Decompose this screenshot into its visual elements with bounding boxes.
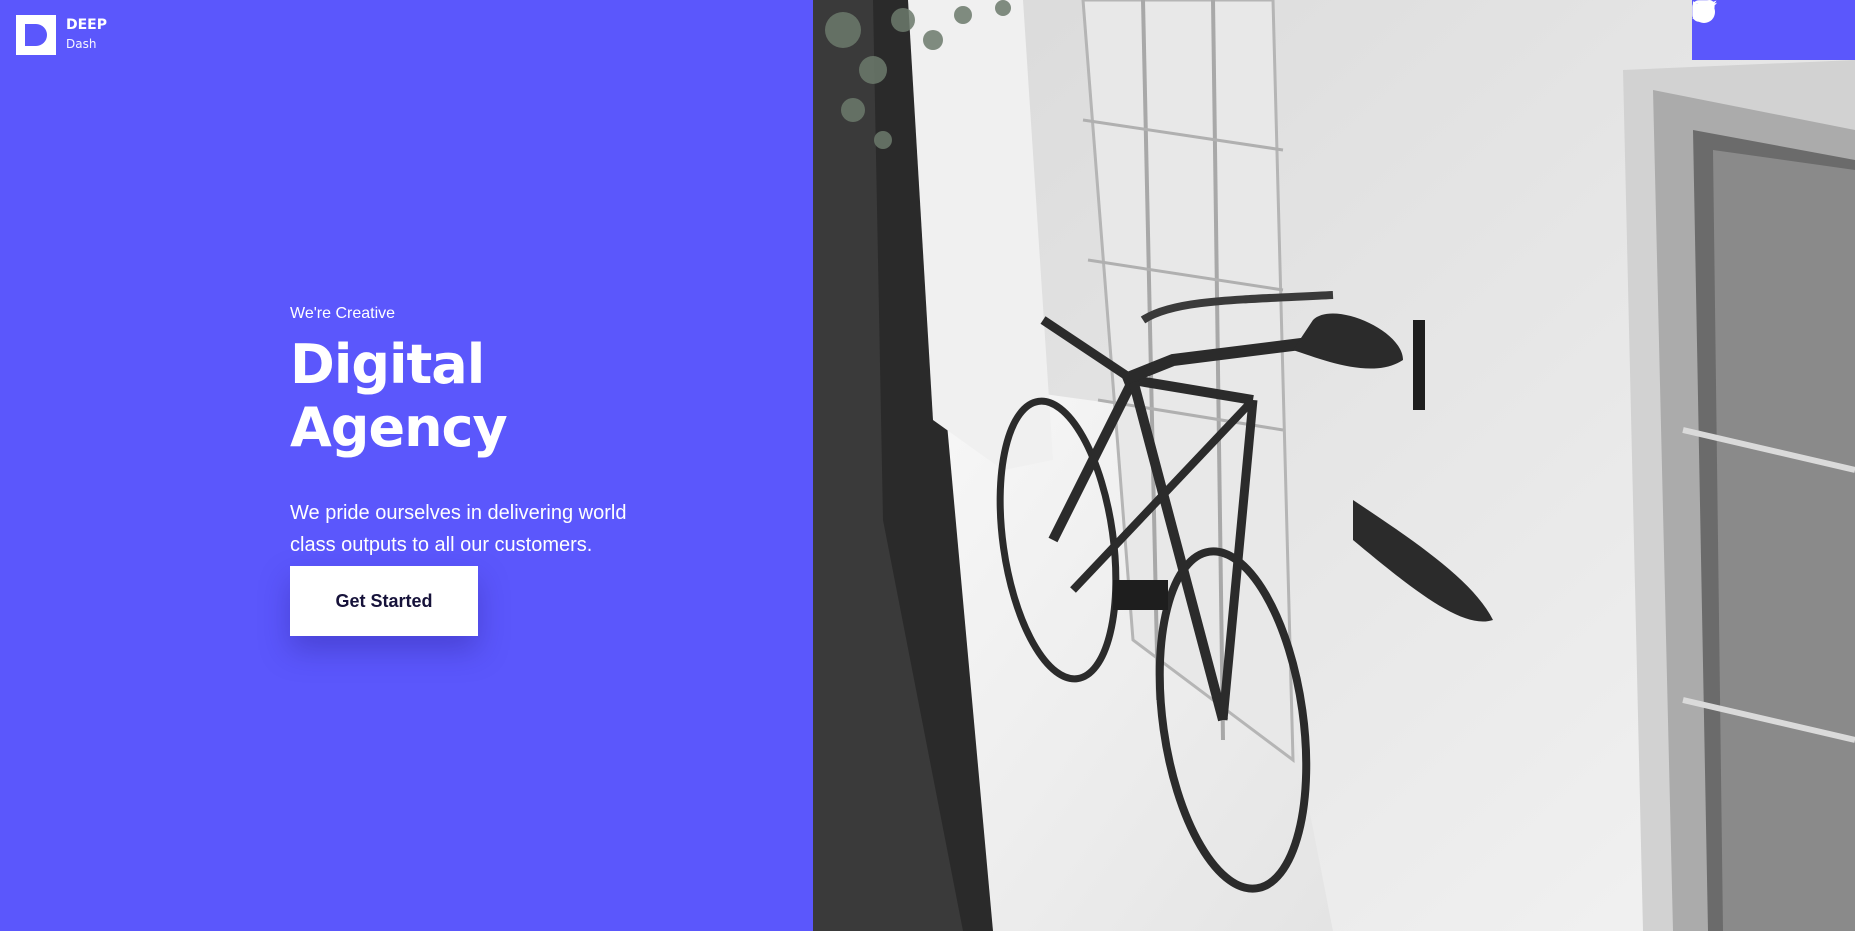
social-bar xyxy=(1692,0,1855,60)
hero-photo-bicycle xyxy=(813,0,1855,931)
logo-d-icon xyxy=(16,15,56,55)
brand-name: DEEP xyxy=(66,17,108,33)
brand-text: DEEP Dash xyxy=(66,15,107,50)
hero-content: We're Creative Digital Agency We pride o… xyxy=(290,305,710,561)
brand-tagline: Dash xyxy=(66,37,97,51)
hero-headline: Digital Agency xyxy=(290,333,508,459)
get-started-button[interactable]: Get Started xyxy=(290,566,478,636)
hero-eyebrow: We're Creative xyxy=(290,305,396,322)
twitter-icon[interactable] xyxy=(1692,0,1786,43)
brand-logo-link[interactable]: DEEP Dash xyxy=(16,15,107,55)
hero-left-panel: DEEP Dash We're Creative Digital Agency … xyxy=(0,0,813,931)
instagram-icon[interactable] xyxy=(1692,0,1837,43)
hero-lead: We pride ourselves in delivering world c… xyxy=(290,502,627,556)
